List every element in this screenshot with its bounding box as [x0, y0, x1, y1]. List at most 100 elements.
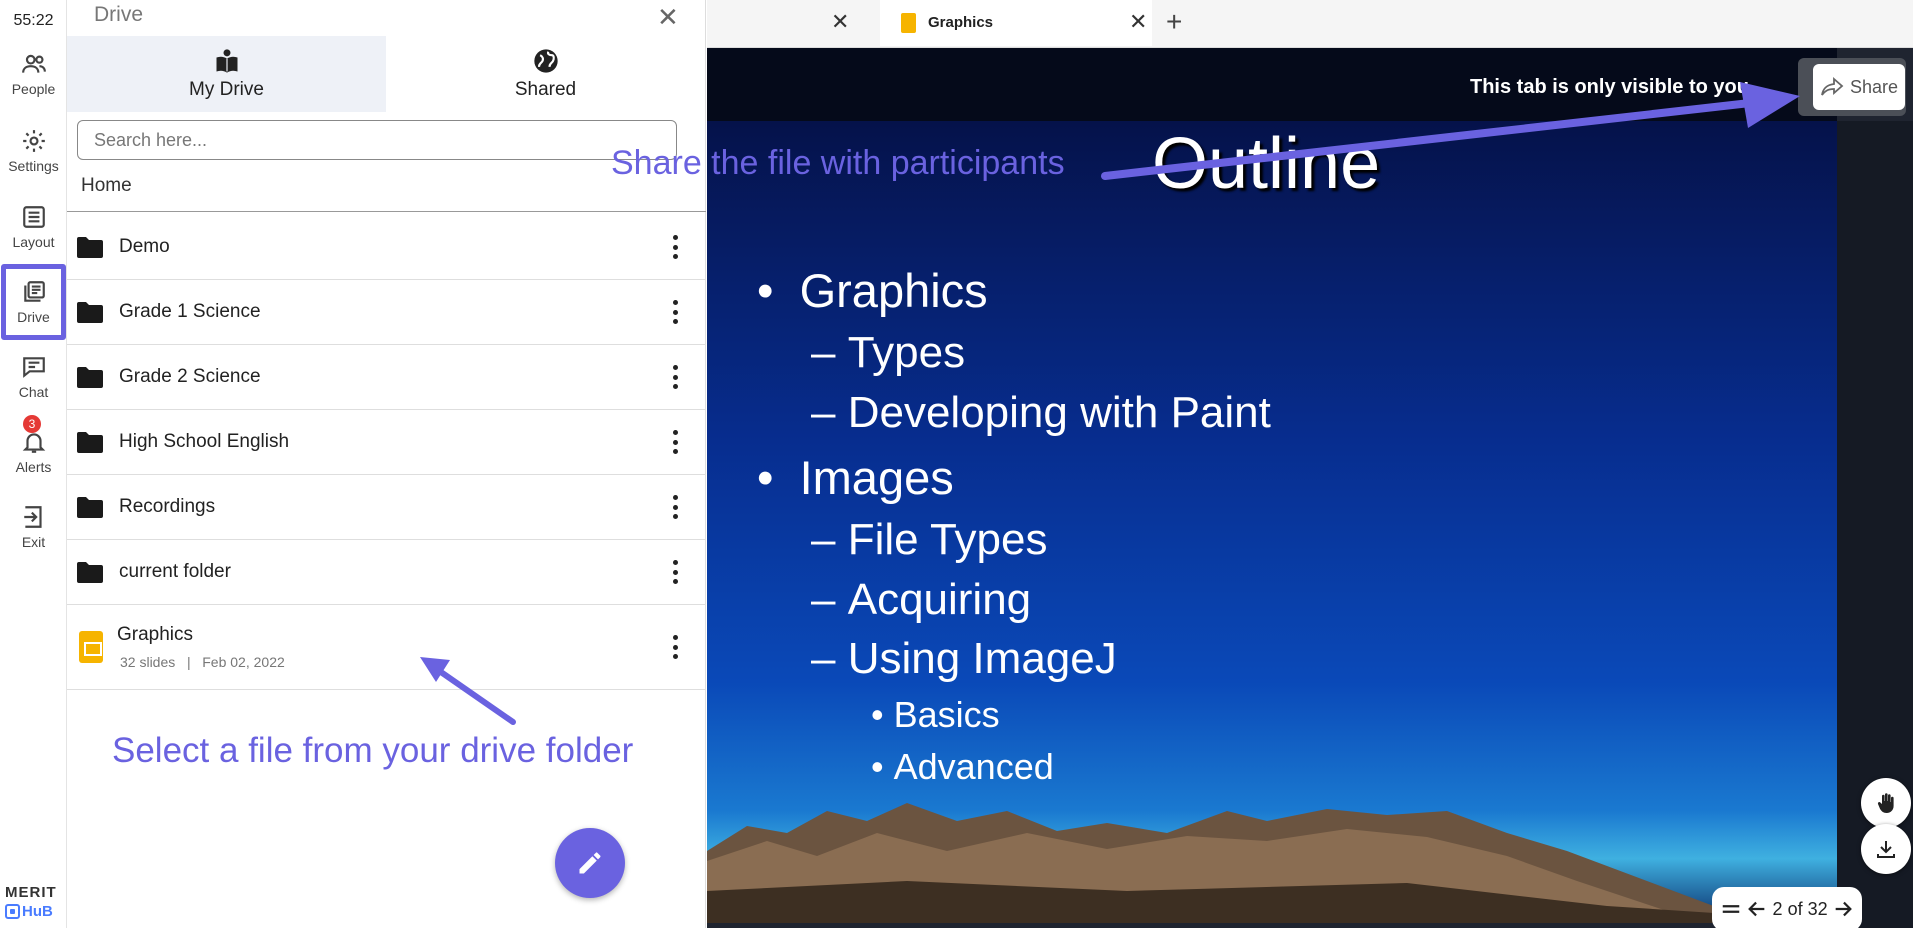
breadcrumb-home[interactable]: Home: [81, 175, 132, 197]
file-text: Graphics 32 slides | Feb 02, 2022: [117, 624, 285, 670]
folder-row-current-folder[interactable]: current folder: [67, 540, 706, 605]
slide-bullet: – Acquiring: [811, 575, 1031, 625]
more-options-icon[interactable]: [672, 635, 678, 659]
slide-bullet: – File Types: [811, 515, 1047, 565]
folder-name: current folder: [119, 561, 231, 582]
arrow-left-icon[interactable]: [1746, 898, 1768, 920]
rail-item-people[interactable]: People: [0, 39, 67, 109]
slides-file-icon: [901, 13, 916, 33]
brand-logo: HuB: [5, 903, 53, 920]
bullet-marker: •: [871, 746, 884, 787]
tab-label: My Drive: [189, 79, 264, 100]
bullet-text: Images: [799, 451, 954, 504]
folder-icon: [77, 562, 103, 583]
more-options-icon[interactable]: [672, 430, 678, 454]
panel-title: Drive: [94, 3, 144, 26]
browser-tab-graphics[interactable]: Graphics ✕: [880, 0, 1152, 46]
folder-icon: [77, 367, 103, 388]
folder-list: Demo Grade 1 Science Grade 2 Science Hig…: [67, 215, 706, 690]
rail-item-drive[interactable]: Drive: [1, 264, 66, 340]
banner-text: This tab is only visible to you.: [1470, 76, 1755, 98]
edit-fab-button[interactable]: [555, 828, 625, 898]
folder-icon: [77, 237, 103, 258]
bullet-marker: –: [811, 515, 836, 564]
brand-logo-top: MERIT: [5, 884, 57, 901]
file-row-graphics[interactable]: Graphics 32 slides | Feb 02, 2022: [67, 605, 706, 690]
rail-item-exit[interactable]: Exit: [0, 492, 67, 562]
rail-item-chat[interactable]: Chat: [0, 342, 67, 412]
book-user-icon: [216, 49, 237, 73]
share-hint-annotation: Share the file with participants: [611, 144, 1065, 182]
more-options-icon[interactable]: [672, 300, 678, 324]
tab-shared[interactable]: Shared: [386, 36, 705, 112]
arrow-right-icon[interactable]: [1832, 898, 1854, 920]
raise-hand-button[interactable]: [1861, 778, 1911, 828]
gear-icon: [22, 130, 45, 152]
bullet-marker: •: [871, 694, 884, 735]
left-rail: 55:22 People Settings Layout Drive Chat …: [0, 0, 67, 928]
folder-name: High School English: [119, 431, 290, 452]
bullet-marker: •: [757, 451, 774, 504]
close-icon[interactable]: ✕: [831, 9, 849, 35]
page-indicator: 2 of 32: [1773, 899, 1828, 920]
rail-label: Drive: [17, 309, 50, 325]
rail-label: Alerts: [15, 459, 52, 475]
close-icon[interactable]: ✕: [657, 2, 679, 33]
bullet-text: Types: [847, 328, 966, 377]
page-total: 32: [1807, 898, 1828, 919]
folder-row-grade-1-science[interactable]: Grade 1 Science: [67, 280, 706, 345]
bullet-text: Developing with Paint: [847, 388, 1271, 437]
tab-my-drive[interactable]: My Drive: [67, 36, 386, 112]
download-icon: [1877, 841, 1895, 858]
bullet-marker: •: [757, 264, 774, 317]
folder-name: Recordings: [119, 496, 216, 517]
globe-icon: [533, 49, 558, 73]
file-date: Feb 02, 2022: [202, 654, 285, 670]
folder-row-grade-2-science[interactable]: Grade 2 Science: [67, 345, 706, 410]
slide-bullet: – Using ImageJ: [811, 634, 1117, 684]
more-options-icon[interactable]: [672, 365, 678, 389]
brand-logo-bottom: HuB: [22, 903, 53, 920]
bullet-text: File Types: [847, 515, 1048, 564]
page-current: 2: [1772, 898, 1783, 919]
folder-row-high-school-english[interactable]: High School English: [67, 410, 706, 475]
folder-name: Demo: [119, 236, 170, 257]
share-button[interactable]: Share: [1813, 64, 1905, 110]
bullet-text: Using ImageJ: [847, 634, 1117, 683]
bullet-marker: –: [811, 388, 836, 437]
bullet-text: Graphics: [799, 264, 988, 317]
folder-icon: [77, 497, 103, 518]
rail-label: Settings: [8, 158, 59, 174]
close-icon[interactable]: ✕: [1129, 9, 1147, 35]
folder-name: Grade 2 Science: [119, 366, 261, 387]
search-input[interactable]: [77, 120, 677, 160]
bullet-marker: –: [811, 328, 836, 377]
tab-label: Shared: [514, 79, 577, 100]
folder-row-recordings[interactable]: Recordings: [67, 475, 706, 540]
rail-label: Chat: [18, 384, 49, 400]
exit-icon: [23, 506, 42, 528]
browser-tab-title: Graphics: [928, 14, 994, 31]
session-timer: 55:22: [13, 12, 54, 29]
more-options-icon[interactable]: [672, 560, 678, 584]
bullet-text: Acquiring: [847, 575, 1032, 624]
menu-icon[interactable]: [1720, 898, 1742, 920]
more-options-icon[interactable]: [672, 235, 678, 259]
alerts-badge: 3: [23, 415, 41, 433]
drive-panel: Drive ✕ My Drive Shared Home Demo Grad: [67, 0, 706, 928]
folder-icon: [77, 302, 103, 323]
rail-item-alerts[interactable]: 3 Alerts: [0, 415, 67, 487]
divider: [67, 211, 706, 212]
plus-icon[interactable]: +: [1166, 6, 1182, 38]
rail-item-layout[interactable]: Layout: [0, 192, 67, 262]
select-hint-annotation: Select a file from your drive folder: [112, 731, 634, 770]
rail-item-settings[interactable]: Settings: [0, 116, 67, 186]
bullet-text: Basics: [893, 694, 1000, 735]
more-options-icon[interactable]: [672, 495, 678, 519]
drive-icon: [23, 281, 45, 302]
slide-bullet: • Basics: [871, 694, 1000, 736]
bullet-marker: –: [811, 575, 836, 624]
app-root: 55:22 People Settings Layout Drive Chat …: [0, 0, 1913, 928]
download-button[interactable]: [1861, 824, 1911, 874]
folder-row-demo[interactable]: Demo: [67, 215, 706, 280]
